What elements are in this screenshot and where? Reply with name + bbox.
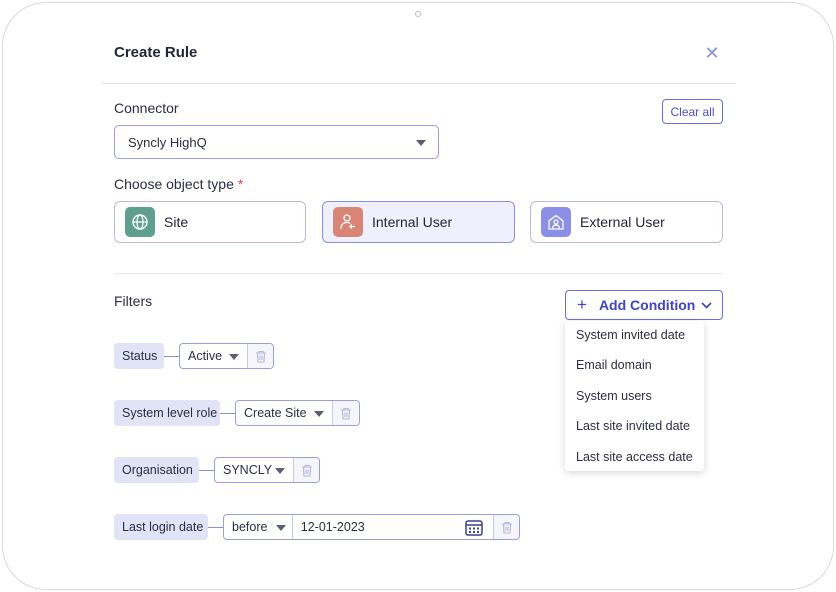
object-type-label: Choose object type * [114,176,243,192]
plus-icon: + [577,295,587,314]
filter-connector-line [208,527,224,528]
object-type-site[interactable]: Site [114,201,306,243]
trash-icon[interactable] [494,515,519,539]
filter-chip-organisation: Organisation [114,457,199,483]
filter-connector-line [199,470,215,471]
status-value-select[interactable]: Active [180,344,249,368]
page-title: Create Rule [114,44,198,61]
connector-select[interactable]: Syncly HighQ [114,125,439,159]
organisation-value: SYNCLY [223,463,273,477]
chevron-down-icon [229,354,239,360]
object-type-external-user[interactable]: External User [530,201,723,243]
system-level-role-value: Create Site [244,406,307,420]
trash-icon[interactable] [248,344,273,368]
filter-chip-system-level-role: System level role [114,400,220,426]
section-divider [114,273,723,274]
dropdown-item-last-site-invited-date[interactable]: Last site invited date [576,419,690,433]
add-condition-label: Add Condition [598,297,696,313]
date-input[interactable]: 12-01-2023 [293,515,495,539]
chevron-down-icon [275,468,285,474]
filter-connector-line [164,356,180,357]
user-home-icon [541,207,571,237]
date-operator-select[interactable]: before [224,515,293,539]
filter-row-status: Active [179,343,274,369]
dropdown-item-system-invited-date[interactable]: System invited date [576,328,685,342]
required-mark: * [237,176,244,192]
chevron-down-icon [276,525,286,531]
dropdown-item-email-domain[interactable]: Email domain [576,358,652,372]
calendar-icon[interactable] [465,519,483,536]
object-type-external-user-label: External User [580,214,665,230]
add-condition-button[interactable]: + Add Condition [565,290,723,320]
header-divider [101,83,736,84]
chevron-down-icon [416,140,426,146]
status-value: Active [188,349,223,363]
dropdown-item-system-users[interactable]: System users [576,389,652,403]
condition-dropdown-menu: System invited date Email domain System … [565,321,704,471]
date-operator-value: before [232,520,268,534]
object-type-site-label: Site [164,214,189,230]
system-level-role-select[interactable]: Create Site [236,401,333,425]
filter-row-organisation: SYNCLY [214,457,320,483]
chevron-down-icon [701,302,712,309]
trash-icon[interactable] [333,401,358,425]
filter-row-last-login-date: before 12-01-2023 [223,514,520,540]
organisation-select[interactable]: SYNCLY [215,458,294,482]
connector-select-value: Syncly HighQ [128,134,207,150]
camera-dot [415,11,421,17]
filter-chip-last-login-date: Last login date [114,514,208,540]
clear-all-button[interactable]: Clear all [662,99,723,124]
chevron-down-icon [314,411,324,417]
trash-icon[interactable] [294,458,319,482]
dropdown-item-last-site-access-date[interactable]: Last site access date [576,450,693,464]
user-arrow-icon [333,207,363,237]
date-value: 12-01-2023 [300,520,365,534]
filter-connector-line [220,413,236,414]
filter-row-system-level-role: Create Site [235,400,360,426]
object-type-internal-user[interactable]: Internal User [322,201,515,243]
filter-chip-status: Status [114,343,164,369]
connector-label: Connector [114,100,179,116]
close-icon[interactable]: ✕ [703,44,721,62]
object-type-internal-user-label: Internal User [372,214,453,230]
globe-icon [125,207,155,237]
object-type-label-text: Choose object type [114,176,234,192]
filters-label: Filters [114,293,153,309]
